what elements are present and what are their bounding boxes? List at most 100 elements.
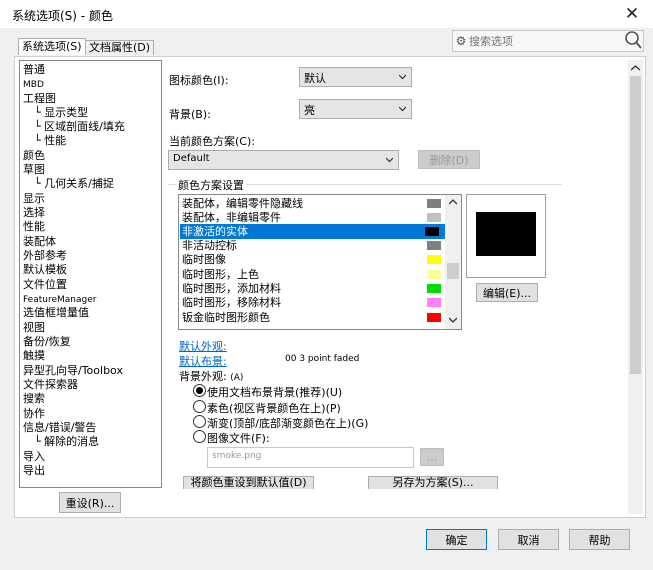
tree-item-hatch[interactable]: └ 区域剖面线/填充: [34, 120, 125, 134]
chevron-up-icon[interactable]: [449, 199, 457, 205]
tree-item-featuremanager[interactable]: FeatureManager: [23, 293, 96, 307]
edit-color-button[interactable]: 编辑(E)...: [476, 283, 538, 302]
default-appearance-link[interactable]: 默认外观:: [179, 338, 227, 354]
tree-item-hole-wizard[interactable]: 异型孔向导/Toolbox: [23, 364, 123, 378]
color-settings-list[interactable]: 装配体，编辑零件隐藏线 装配体，非编辑零件 非激活的实体 非活动控标 临时图像 …: [178, 194, 462, 330]
help-button[interactable]: 帮助: [569, 529, 630, 550]
icon-color-select[interactable]: 默认: [299, 67, 412, 87]
ok-button[interactable]: 确定: [426, 529, 487, 550]
panel-scrollbar[interactable]: [628, 60, 643, 514]
tree-item-label: 几何关系/捕捉: [44, 177, 114, 190]
list-item[interactable]: 临时图像: [182, 252, 447, 267]
tree-item-touch[interactable]: 触摸: [23, 349, 45, 363]
chevron-up-icon[interactable]: [631, 65, 640, 71]
radio-plain[interactable]: [193, 400, 206, 413]
close-icon[interactable]: ✕: [620, 2, 644, 26]
background-appearance-label: 背景外观: (A): [179, 368, 243, 384]
list-item-label: 非激活的实体: [182, 225, 248, 238]
color-swatch: [427, 270, 441, 279]
list-item[interactable]: 装配体，编辑零件隐藏线: [182, 196, 447, 211]
tree-item-colors[interactable]: 颜色: [23, 149, 45, 163]
list-item[interactable]: 非活动控标: [182, 238, 447, 253]
search-input[interactable]: [469, 32, 619, 50]
search-box[interactable]: ⚙: [452, 30, 644, 52]
tab-system-options[interactable]: 系统选项(S): [18, 38, 86, 55]
list-item-label: 钣金临时图形颜色: [182, 311, 270, 324]
radio-plain-label[interactable]: 素色(视区背景颜色在上)(P): [207, 400, 341, 416]
color-swatch: [427, 298, 441, 307]
list-scrollbar[interactable]: [445, 195, 461, 329]
list-item[interactable]: 临时图形，上色: [182, 267, 447, 282]
color-scheme-label: 当前颜色方案(C):: [169, 135, 255, 148]
tree-item-display-type[interactable]: └ 显示类型: [34, 106, 88, 120]
tree-item-external-references[interactable]: 外部参考: [23, 249, 67, 263]
chevron-down-icon: [399, 106, 406, 112]
color-swatch: [427, 313, 441, 322]
chevron-down-icon[interactable]: [449, 317, 457, 323]
background-label: 背景(B):: [169, 108, 211, 121]
delete-scheme-button[interactable]: 删除(D): [418, 150, 480, 169]
tree-item-file-explorer[interactable]: 文件探索器: [23, 378, 78, 392]
icon-color-value: 默认: [304, 72, 326, 85]
tree-item-drawings[interactable]: 工程图: [23, 92, 56, 106]
tree-item-spin-box[interactable]: 选值框增量值: [23, 306, 89, 320]
radio-gradient-label[interactable]: 渐变(顶部/底部渐变颜色在上)(G): [207, 415, 368, 431]
radio-image-file[interactable]: [193, 430, 206, 443]
tree-item-view[interactable]: 视图: [23, 321, 45, 335]
tree-item-export[interactable]: 导出: [23, 464, 45, 478]
radio-gradient[interactable]: [193, 415, 206, 428]
list-item[interactable]: 非激活的实体: [180, 224, 447, 239]
tree-item-selection[interactable]: 选择: [23, 206, 45, 220]
image-file-value: smoke.png: [212, 451, 262, 461]
tree-item-collaboration[interactable]: 协作: [23, 407, 45, 421]
image-file-field[interactable]: smoke.png: [207, 447, 414, 468]
radio-image-file-label[interactable]: 图像文件(F):: [207, 430, 270, 446]
tree-item-backup-recover[interactable]: 备份/恢复: [23, 335, 71, 349]
tree-item-assemblies[interactable]: 装配体: [23, 235, 56, 249]
tree-item-messages[interactable]: 信息/错误/警告: [23, 421, 96, 435]
tree-item-file-locations[interactable]: 文件位置: [23, 278, 67, 292]
reset-button[interactable]: 重设(R)...: [59, 492, 121, 513]
tree-item-search[interactable]: 搜索: [23, 392, 45, 406]
panel-scroll-thumb[interactable]: [630, 76, 641, 374]
tree-item-relations-snaps[interactable]: └ 几何关系/捕捉: [34, 177, 114, 191]
reset-colors-button[interactable]: 将颜色重设到默认值(D): [183, 476, 314, 489]
tree-item-import[interactable]: 导入: [23, 450, 45, 464]
tree-item-display[interactable]: 显示: [23, 192, 45, 206]
color-swatch: [427, 213, 441, 222]
save-scheme-button[interactable]: 另存为方案(S)...: [368, 476, 498, 489]
list-item[interactable]: 钣金临时图形颜色: [182, 310, 447, 325]
color-swatch: [427, 241, 441, 250]
color-settings-label: 颜色方案设置: [176, 177, 246, 193]
options-tree[interactable]: 普通 MBD 工程图 └ 显示类型 └ 区域剖面线/填充 └ 性能 颜色 草图 …: [19, 60, 162, 488]
radio-document-scene-label[interactable]: 使用文档布景背景(推荐)(U): [207, 384, 342, 400]
color-scheme-select[interactable]: Default: [168, 150, 399, 170]
tree-item-performance[interactable]: 性能: [23, 220, 45, 234]
browse-button[interactable]: ...: [420, 448, 444, 466]
radio-document-scene[interactable]: [193, 384, 206, 397]
tab-document-properties[interactable]: 文档属性(D): [85, 40, 155, 55]
tree-item-general[interactable]: 普通: [23, 63, 45, 77]
list-item-label: 装配体，编辑零件隐藏线: [182, 197, 303, 210]
list-item[interactable]: 临时图形，添加材料: [182, 281, 447, 296]
list-item-label: 临时图形，移除材料: [182, 296, 281, 309]
background-value: 亮: [304, 104, 315, 117]
tree-item-label: 解除的消息: [44, 435, 100, 448]
tree-item-label: 显示类型: [44, 106, 89, 119]
tree-item-drawing-performance[interactable]: └ 性能: [34, 134, 66, 148]
tree-item-default-templates[interactable]: 默认模板: [23, 263, 67, 277]
default-scene-link[interactable]: 默认布景:: [179, 353, 227, 369]
background-appearance-text: 背景外观:: [179, 370, 227, 383]
color-preview-swatch: [476, 212, 536, 256]
tree-item-dismissed-messages[interactable]: └ 解除的消息: [34, 435, 99, 449]
list-scroll-thumb[interactable]: [447, 263, 459, 279]
tree-item-mbd[interactable]: MBD: [23, 78, 44, 92]
tree-item-sketch[interactable]: 草图: [23, 163, 45, 177]
search-icon[interactable]: [623, 29, 643, 51]
background-select[interactable]: 亮: [299, 99, 412, 119]
list-item[interactable]: 临时图形，移除材料: [182, 295, 447, 310]
color-swatch: [427, 255, 441, 264]
cancel-button[interactable]: 取消: [498, 529, 559, 550]
list-item[interactable]: 装配体，非编辑零件: [182, 210, 447, 225]
gear-icon: ⚙: [455, 34, 467, 48]
